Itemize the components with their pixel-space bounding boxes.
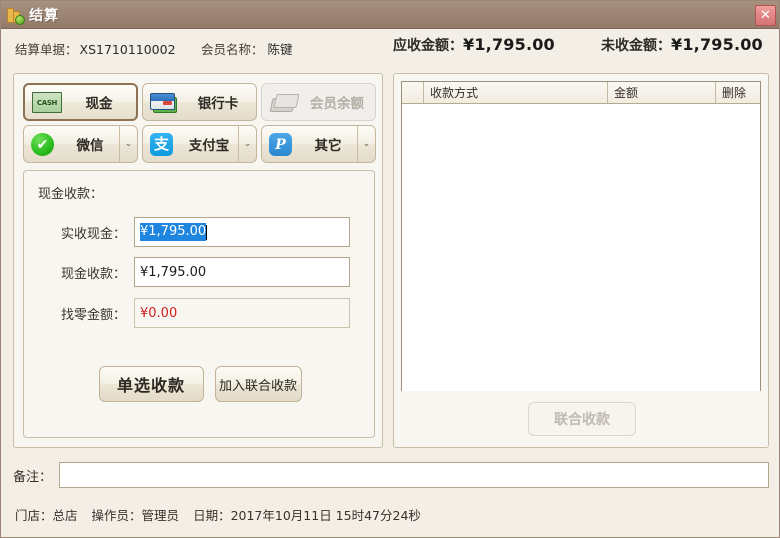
unpaid-amount-group: 未收金额： ¥1,795.00 [601, 35, 763, 55]
payment-method-wechat-label: 微信 [76, 138, 104, 154]
date-info: 日期：2017年10月11日 15时47分24秒 [193, 505, 421, 524]
card-icon [150, 91, 180, 113]
member-name-group: 会员名称： 陈键 [201, 39, 293, 58]
column-header-delete[interactable]: 删除 [716, 82, 760, 103]
add-to-joint-payment-button[interactable]: 加入联合收款 [214, 366, 302, 402]
settlement-window: 结算 ✕ 结算单据： XS1710110002 会员名称： 陈键 应收金额： ¥… [0, 0, 780, 538]
header-info-row: 结算单据： XS1710110002 会员名称： 陈键 应收金额： ¥1,795… [1, 29, 779, 67]
order-number-value: XS1710110002 [79, 42, 176, 57]
chevron-down-icon[interactable]: ⌄ [238, 126, 256, 162]
change-amount-value: ¥0.00 [140, 305, 178, 321]
change-amount-label: 找零金额： [60, 307, 126, 323]
payment-entry-panel: CASH 现金 银行卡 会员余额 ✔ 微信 ⌄ 支 支付宝 ⌄ P 其它 ⌄ 现… [13, 73, 383, 448]
date-value: 2017年10月11日 15时47分24秒 [230, 508, 421, 523]
date-label: 日期： [193, 508, 231, 523]
cash-received-row: 现金收款： ¥1,795.00 [24, 257, 376, 287]
joint-payment-button-wrap: 联合收款 [394, 402, 770, 436]
member-name-value: 陈键 [267, 42, 293, 57]
payment-method-wechat[interactable]: ✔ 微信 ⌄ [23, 125, 138, 163]
member-name-label: 会员名称： [201, 42, 264, 57]
payment-method-bankcard-label: 银行卡 [197, 96, 239, 112]
chevron-down-icon[interactable]: ⌄ [119, 126, 137, 162]
operator-info: 操作员：管理员 [92, 505, 180, 524]
cash-icon: CASH [32, 91, 62, 113]
payment-method-other-label: 其它 [314, 138, 342, 154]
joint-payment-button: 联合收款 [528, 402, 636, 436]
text-caret [206, 224, 208, 240]
change-amount-input: ¥0.00 [134, 298, 350, 328]
chevron-down-icon[interactable]: ⌄ [357, 126, 375, 162]
cash-received-label: 现金收款： [60, 266, 126, 282]
payment-method-grid: CASH 现金 银行卡 会员余额 ✔ 微信 ⌄ 支 支付宝 ⌄ P 其它 ⌄ [23, 83, 376, 163]
payment-method-member-balance: 会员余额 [261, 83, 376, 121]
wechat-icon: ✔ [31, 133, 61, 156]
receivable-amount-label: 应收金额： [393, 38, 463, 54]
column-header-spacer [402, 82, 424, 103]
operator-value: 管理员 [141, 508, 180, 523]
alipay-icon: 支 [150, 133, 180, 156]
order-number-label: 结算单据： [15, 42, 78, 57]
payment-method-other[interactable]: P 其它 ⌄ [261, 125, 376, 163]
unpaid-amount-value: ¥1,795.00 [671, 35, 763, 54]
paypal-icon: P [269, 133, 299, 156]
receipt-table[interactable]: 收款方式 金额 删除 [401, 81, 761, 391]
operator-label: 操作员： [91, 508, 142, 523]
column-header-amount[interactable]: 金额 [608, 82, 716, 103]
cash-action-buttons: 单选收款 加入联合收款 [24, 366, 376, 402]
remark-label: 备注： [13, 469, 53, 485]
window-title: 结算 [29, 7, 59, 24]
payment-method-bankcard[interactable]: 银行卡 [142, 83, 257, 121]
close-icon[interactable]: ✕ [755, 5, 776, 26]
payment-method-cash-label: 现金 [85, 96, 113, 112]
store-value: 总店 [52, 508, 78, 523]
unpaid-amount-label: 未收金额： [601, 38, 671, 54]
actual-cash-value: ¥1,795.00 [140, 223, 207, 241]
single-payment-button[interactable]: 单选收款 [98, 366, 204, 402]
actual-cash-row: 实收现金： ¥1,795.00 [24, 217, 376, 247]
cash-groupbox-title: 现金收款： [38, 187, 104, 202]
remark-input[interactable] [59, 462, 769, 488]
remark-row: 备注： [13, 461, 769, 489]
cash-received-value: ¥1,795.00 [140, 264, 207, 280]
change-amount-row: 找零金额： ¥0.00 [24, 298, 376, 328]
member-card-icon [269, 91, 300, 113]
order-number-group: 结算单据： XS1710110002 [15, 39, 176, 58]
store-label: 门店： [15, 508, 53, 523]
payment-method-cash[interactable]: CASH 现金 [23, 83, 138, 121]
payment-method-alipay[interactable]: 支 支付宝 ⌄ [142, 125, 257, 163]
receivable-amount-group: 应收金额： ¥1,795.00 [393, 35, 555, 55]
store-info: 门店：总店 [15, 505, 78, 524]
title-bar: 结算 ✕ [1, 1, 779, 29]
actual-cash-input[interactable]: ¥1,795.00 [134, 217, 350, 247]
status-bar: 门店：总店 操作员：管理员 日期：2017年10月11日 15时47分24秒 [15, 505, 435, 524]
actual-cash-label: 实收现金： [60, 226, 126, 242]
column-header-method[interactable]: 收款方式 [424, 82, 608, 103]
table-body-empty [402, 104, 760, 391]
payment-method-member-balance-label: 会员余额 [310, 96, 364, 112]
cash-payment-groupbox: 现金收款： 实收现金： ¥1,795.00 现金收款： ¥1,795.00 找零… [23, 170, 375, 438]
table-header-row: 收款方式 金额 删除 [402, 82, 760, 104]
coins-icon [6, 6, 25, 25]
receipt-list-panel: 收款方式 金额 删除 联合收款 [393, 73, 769, 448]
payment-method-alipay-label: 支付宝 [188, 138, 230, 154]
cash-received-input[interactable]: ¥1,795.00 [134, 257, 350, 287]
receivable-amount-value: ¥1,795.00 [463, 35, 555, 54]
